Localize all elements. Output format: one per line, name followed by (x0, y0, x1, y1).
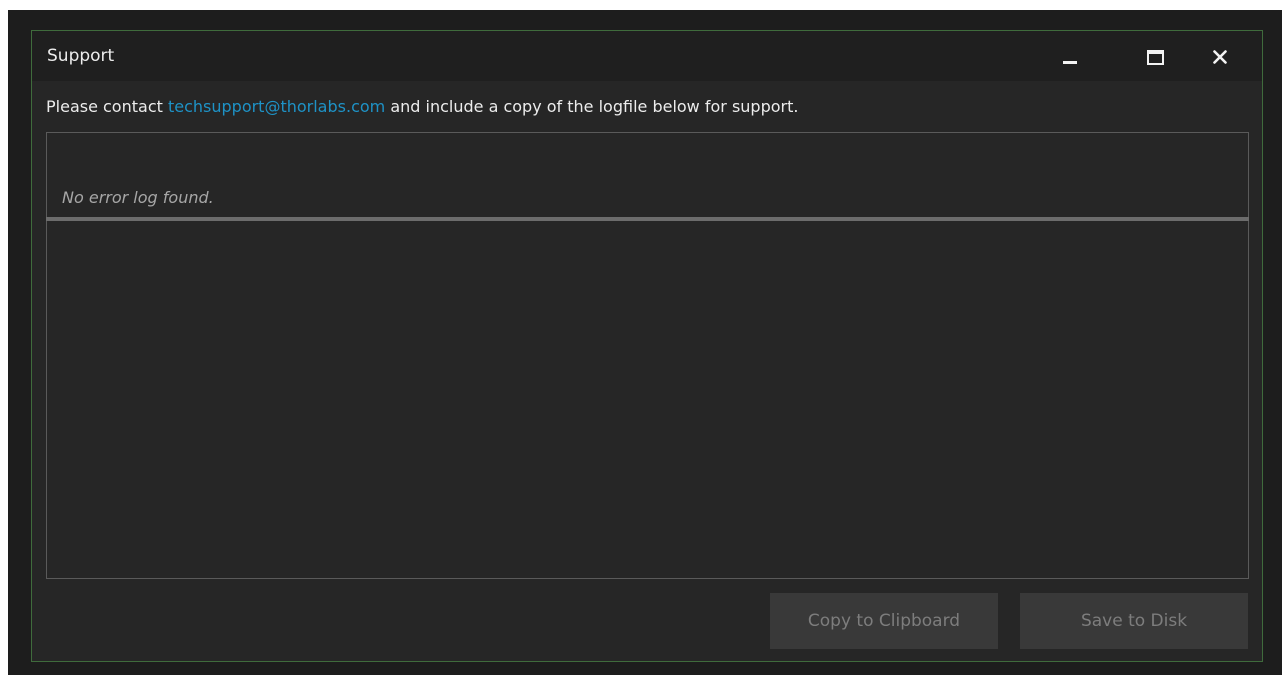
minimize-icon (1063, 60, 1077, 64)
maximize-icon (1146, 49, 1164, 65)
copy-to-clipboard-button[interactable]: Copy to Clipboard (770, 593, 998, 649)
maximize-button[interactable] (1130, 39, 1180, 75)
title-bar[interactable]: Support (32, 31, 1262, 81)
contact-suffix: and include a copy of the logfile below … (385, 97, 799, 116)
support-dialog: Support Please contact techsupport@thorl… (31, 30, 1263, 662)
contact-prefix: Please contact (46, 97, 168, 116)
log-status-panel: No error log found. (46, 132, 1249, 218)
contact-message: Please contact techsupport@thorlabs.com … (46, 97, 798, 116)
save-to-disk-button[interactable]: Save to Disk (1020, 593, 1248, 649)
no-error-log-message: No error log found. (62, 188, 214, 207)
minimize-button[interactable] (1045, 39, 1095, 75)
support-email-link[interactable]: techsupport@thorlabs.com (168, 97, 385, 116)
close-icon (1213, 50, 1227, 64)
close-button[interactable] (1195, 39, 1245, 75)
logfile-text-area[interactable] (46, 221, 1249, 579)
window-title: Support (47, 46, 115, 66)
